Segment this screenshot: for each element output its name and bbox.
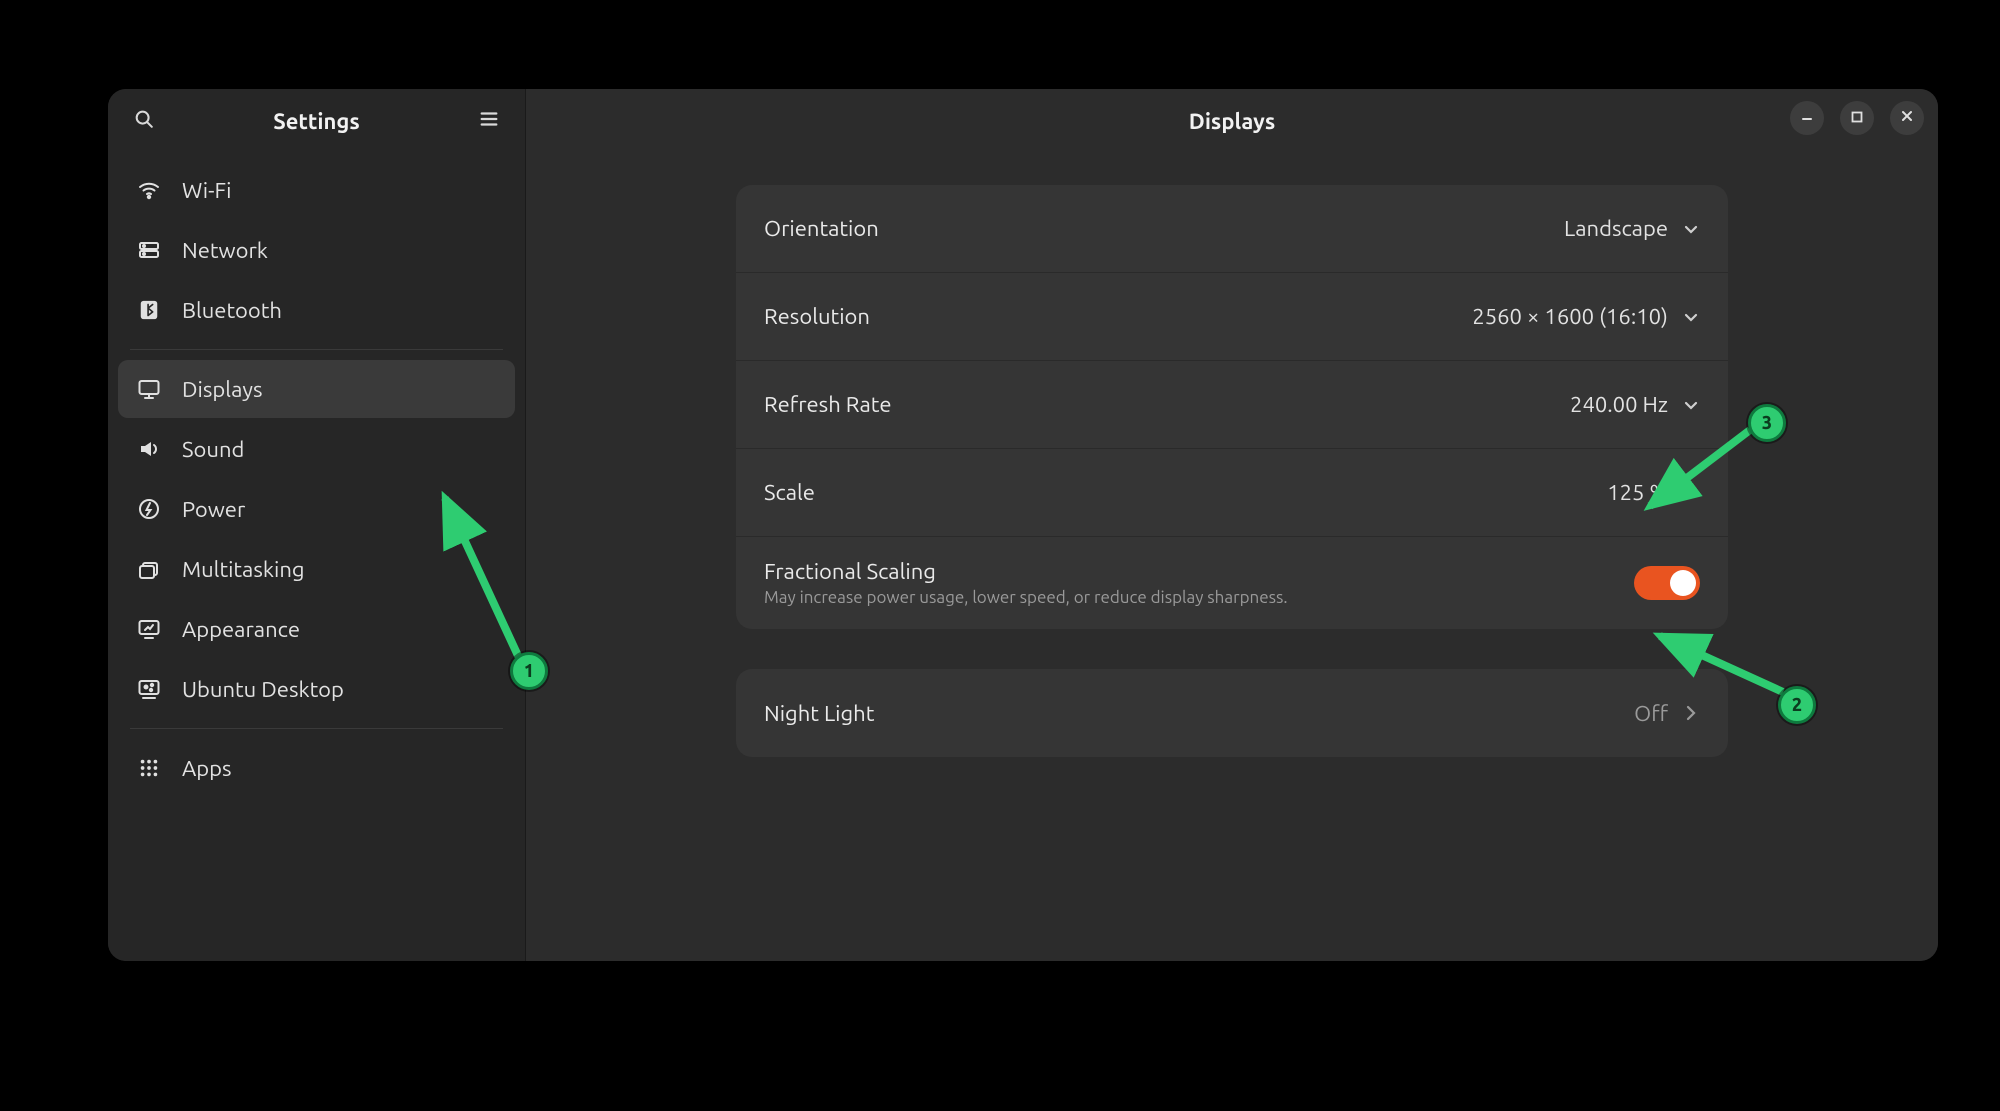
annotation-badge-1: 1	[510, 652, 548, 690]
annotation-badge-2: 2	[1778, 686, 1816, 724]
annotation-badge-3: 3	[1748, 404, 1786, 442]
annotation-arrow-1	[0, 0, 2000, 1111]
